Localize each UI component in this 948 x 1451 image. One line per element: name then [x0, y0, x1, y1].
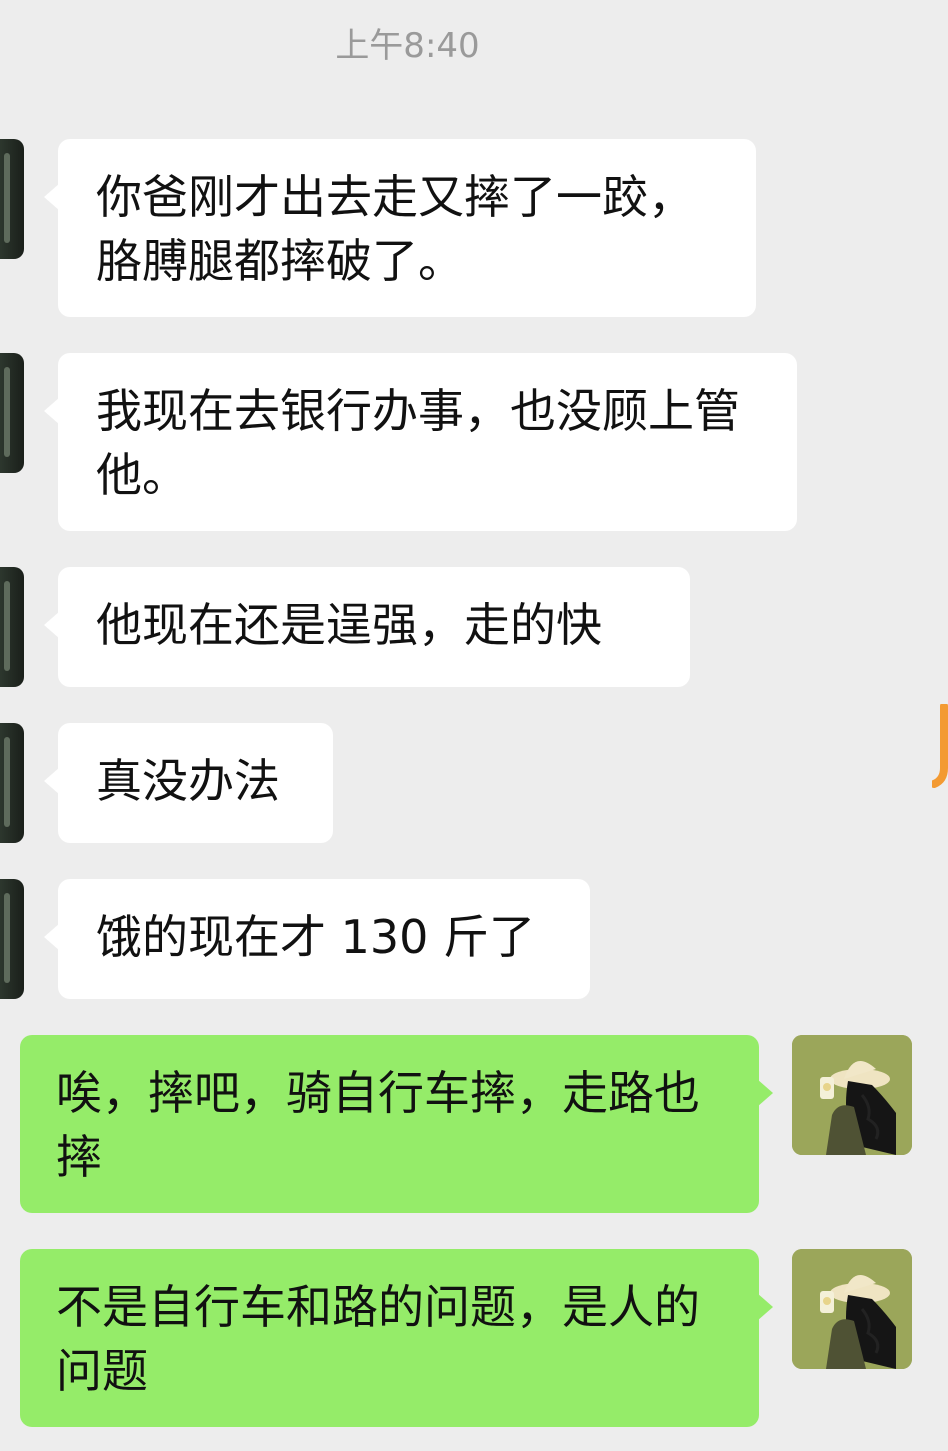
message-bubble-incoming[interactable]: 他现在还是逞强，走的快: [44, 567, 690, 687]
chat-screen: 上午8:40 你爸刚才出去走又摔了一跤，胳膊腿都摔破了。 我现在去银行办事，也没…: [0, 0, 948, 1451]
contact-avatar[interactable]: [0, 879, 24, 999]
floating-sidebar-handle-icon[interactable]: [932, 704, 948, 790]
woman-in-hat-avatar-icon: [792, 1035, 912, 1155]
contact-avatar[interactable]: [0, 139, 24, 259]
message-bubble-incoming[interactable]: 你爸刚才出去走又摔了一跤，胳膊腿都摔破了。: [44, 139, 756, 317]
message-bubble-outgoing[interactable]: 不是自行车和路的问题，是人的问题: [20, 1249, 773, 1427]
contact-avatar[interactable]: [0, 353, 24, 473]
message-bubble-incoming[interactable]: 饿的现在才 130 斤了: [44, 879, 590, 999]
message-bubble-incoming[interactable]: 我现在去银行办事，也没顾上管他。: [44, 353, 797, 531]
message-bubble-outgoing[interactable]: 唉，摔吧，骑自行车摔，走路也摔: [20, 1035, 773, 1213]
message-timestamp: 上午8:40: [335, 26, 480, 66]
my-avatar[interactable]: [792, 1035, 912, 1155]
message-bubble-incoming[interactable]: 真没办法: [44, 723, 333, 843]
woman-in-hat-avatar-icon: [792, 1249, 912, 1369]
contact-avatar[interactable]: [0, 723, 24, 843]
contact-avatar[interactable]: [0, 567, 24, 687]
my-avatar[interactable]: [792, 1249, 912, 1369]
